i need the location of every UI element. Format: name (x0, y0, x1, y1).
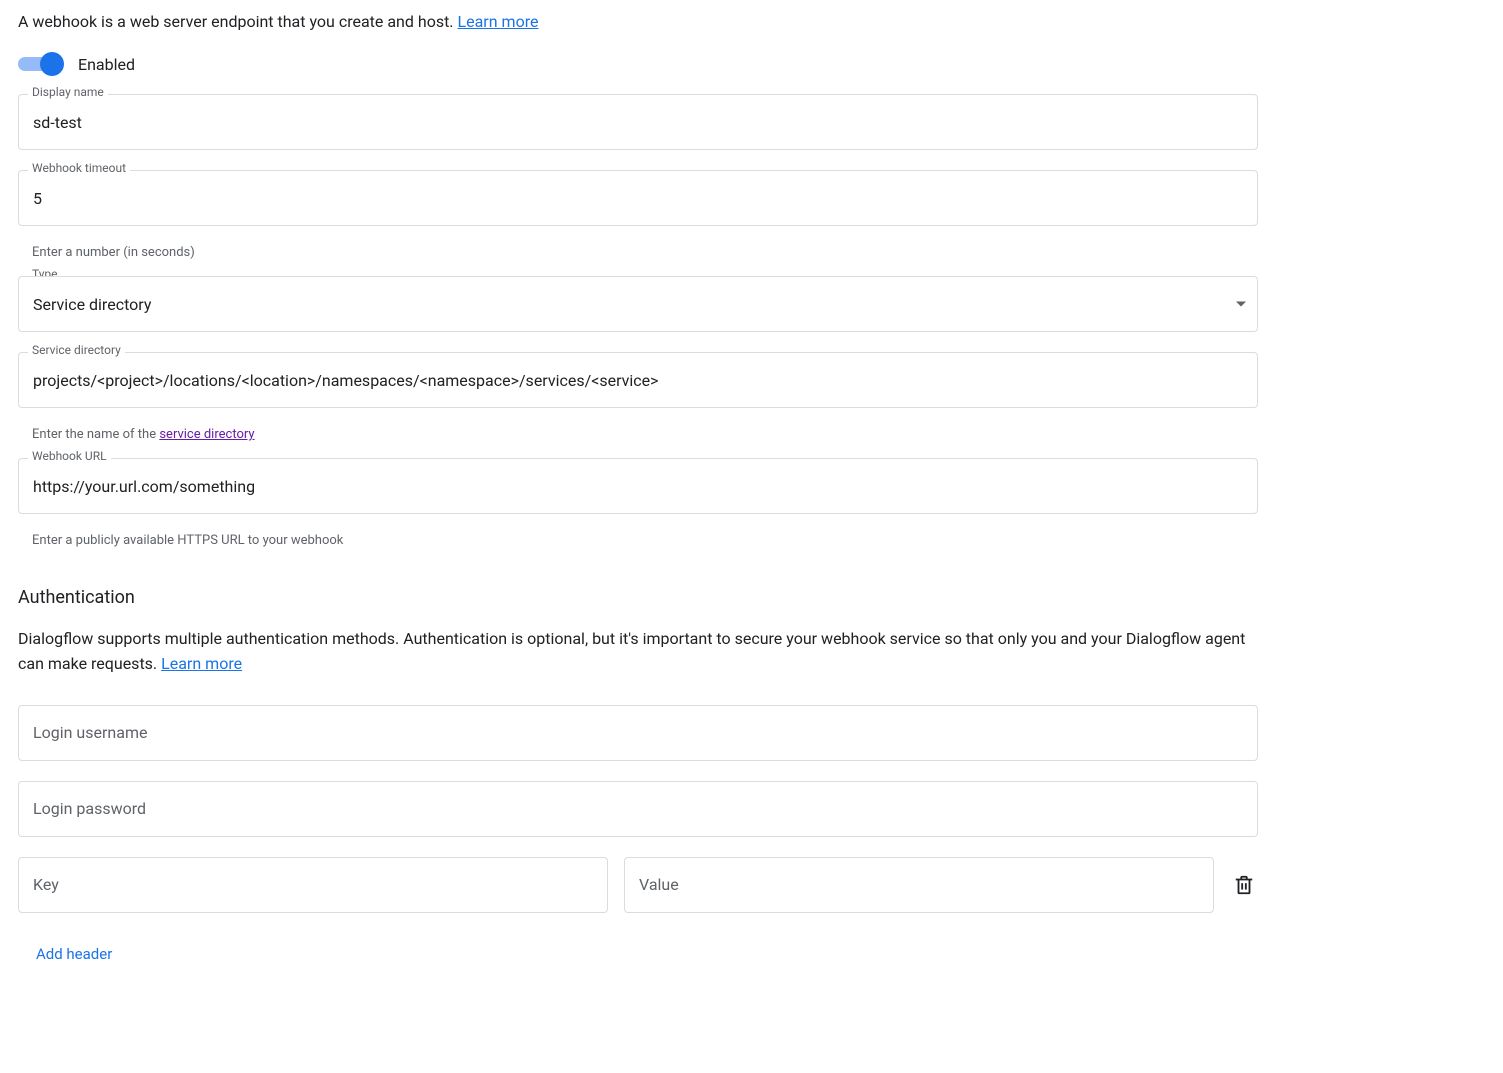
webhook-learn-more-link[interactable]: Learn more (458, 12, 539, 31)
webhook-url-label: Webhook URL (28, 449, 111, 463)
enabled-row: Enabled (18, 48, 1485, 76)
webhook-url-helper: Enter a publicly available HTTPS URL to … (18, 526, 1258, 564)
login-password-input[interactable] (18, 781, 1258, 837)
display-name-label: Display name (28, 85, 108, 99)
service-directory-field: Service directory (18, 352, 1485, 408)
authentication-description: Dialogflow supports multiple authenticat… (18, 626, 1258, 677)
type-select[interactable] (18, 276, 1258, 332)
timeout-helper: Enter a number (in seconds) (18, 238, 1258, 276)
delete-header-button[interactable] (1230, 871, 1258, 899)
timeout-field: Webhook timeout (18, 170, 1485, 226)
webhook-intro-text: A webhook is a web server endpoint that … (18, 12, 458, 31)
trash-icon (1233, 874, 1255, 896)
webhook-intro: A webhook is a web server endpoint that … (18, 10, 1485, 34)
type-field: Type (18, 276, 1485, 332)
timeout-input[interactable] (18, 170, 1258, 226)
service-directory-input[interactable] (18, 352, 1258, 408)
service-directory-helper: Enter the name of the service directory (18, 420, 1258, 458)
webhook-url-field: Webhook URL (18, 458, 1485, 514)
header-value-input[interactable] (624, 857, 1214, 913)
service-directory-label: Service directory (28, 343, 125, 357)
display-name-input[interactable] (18, 94, 1258, 150)
timeout-label: Webhook timeout (28, 161, 130, 175)
authentication-heading: Authentication (18, 587, 1485, 608)
login-username-input[interactable] (18, 705, 1258, 761)
service-directory-helper-prefix: Enter the name of the (32, 427, 159, 442)
authentication-learn-more-link[interactable]: Learn more (161, 654, 242, 673)
header-key-input[interactable] (18, 857, 608, 913)
add-header-button[interactable]: Add header (18, 937, 130, 971)
enabled-label: Enabled (78, 55, 135, 74)
display-name-field: Display name (18, 94, 1485, 150)
service-directory-link[interactable]: service directory (159, 427, 254, 442)
header-row (18, 857, 1258, 913)
webhook-url-input[interactable] (18, 458, 1258, 514)
enabled-toggle[interactable] (18, 52, 64, 76)
